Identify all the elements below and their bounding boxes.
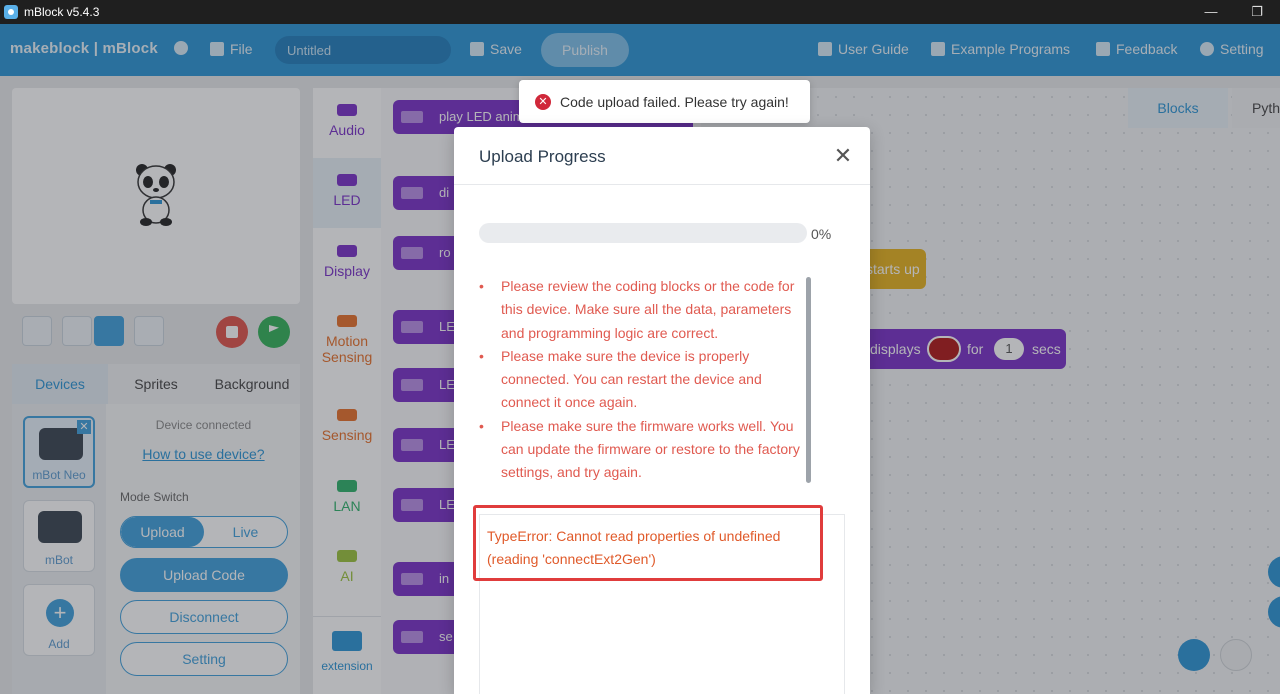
upload-progress-bar [479, 223, 807, 243]
tip-item: Please review the coding blocks or the c… [479, 275, 809, 345]
tip-item: Please make sure the firmware works well… [479, 415, 809, 485]
error-toast: ✕ Code upload failed. Please try again! [519, 80, 810, 123]
dialog-divider [454, 184, 870, 185]
restore-icon[interactable]: ❐ [1234, 0, 1280, 24]
close-icon[interactable]: ✕ [832, 145, 854, 167]
error-highlight-box [473, 505, 823, 581]
mblock-app-icon [4, 5, 18, 19]
tips-scrollbar[interactable] [806, 277, 811, 483]
tip-item: Please make sure the device is properly … [479, 345, 809, 415]
window-title: mBlock v5.4.3 [24, 5, 100, 19]
window-titlebar: mBlock v5.4.3 — ❐ [0, 0, 1280, 24]
troubleshooting-tips: Please review the coding blocks or the c… [479, 275, 809, 485]
minimize-icon[interactable]: — [1188, 0, 1234, 24]
progress-percent: 0% [811, 226, 832, 242]
upload-progress-dialog: Upload Progress ✕ 0% Please review the c… [454, 127, 870, 694]
toast-message: Code upload failed. Please try again! [560, 93, 789, 110]
dialog-title: Upload Progress [479, 147, 606, 166]
error-icon: ✕ [535, 93, 551, 110]
